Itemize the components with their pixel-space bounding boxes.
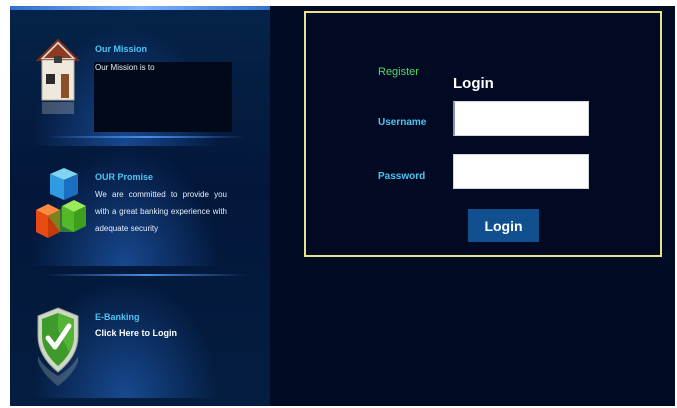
section-divider xyxy=(46,274,246,276)
login-panel: Register Login Username Password Login xyxy=(304,11,662,257)
username-input[interactable] xyxy=(453,101,589,136)
shield-check-icon xyxy=(37,307,79,386)
sidebar-top-bar xyxy=(10,6,270,10)
username-label: Username xyxy=(378,117,427,128)
login-button[interactable]: Login xyxy=(468,209,539,242)
password-input[interactable] xyxy=(453,154,589,189)
promise-text: We are committed to provide you with a g… xyxy=(95,190,227,233)
password-label: Password xyxy=(378,171,426,182)
info-sidebar: Our Mission Our Mission is to OUR Promis… xyxy=(10,6,270,406)
page-frame: Our Mission Our Mission is to OUR Promis… xyxy=(10,6,675,406)
cubes-icon xyxy=(36,168,86,238)
ebanking-login-link[interactable]: Click Here to Login xyxy=(95,328,177,338)
ebanking-title: E-Banking xyxy=(95,312,140,322)
mission-text: Our Mission is to xyxy=(95,63,155,72)
house-icon xyxy=(35,38,81,114)
login-title: Login xyxy=(453,75,494,92)
promise-title: OUR Promise xyxy=(95,172,154,182)
section-divider xyxy=(46,136,246,138)
mission-title: Our Mission xyxy=(95,44,148,54)
register-link[interactable]: Register xyxy=(378,66,419,78)
